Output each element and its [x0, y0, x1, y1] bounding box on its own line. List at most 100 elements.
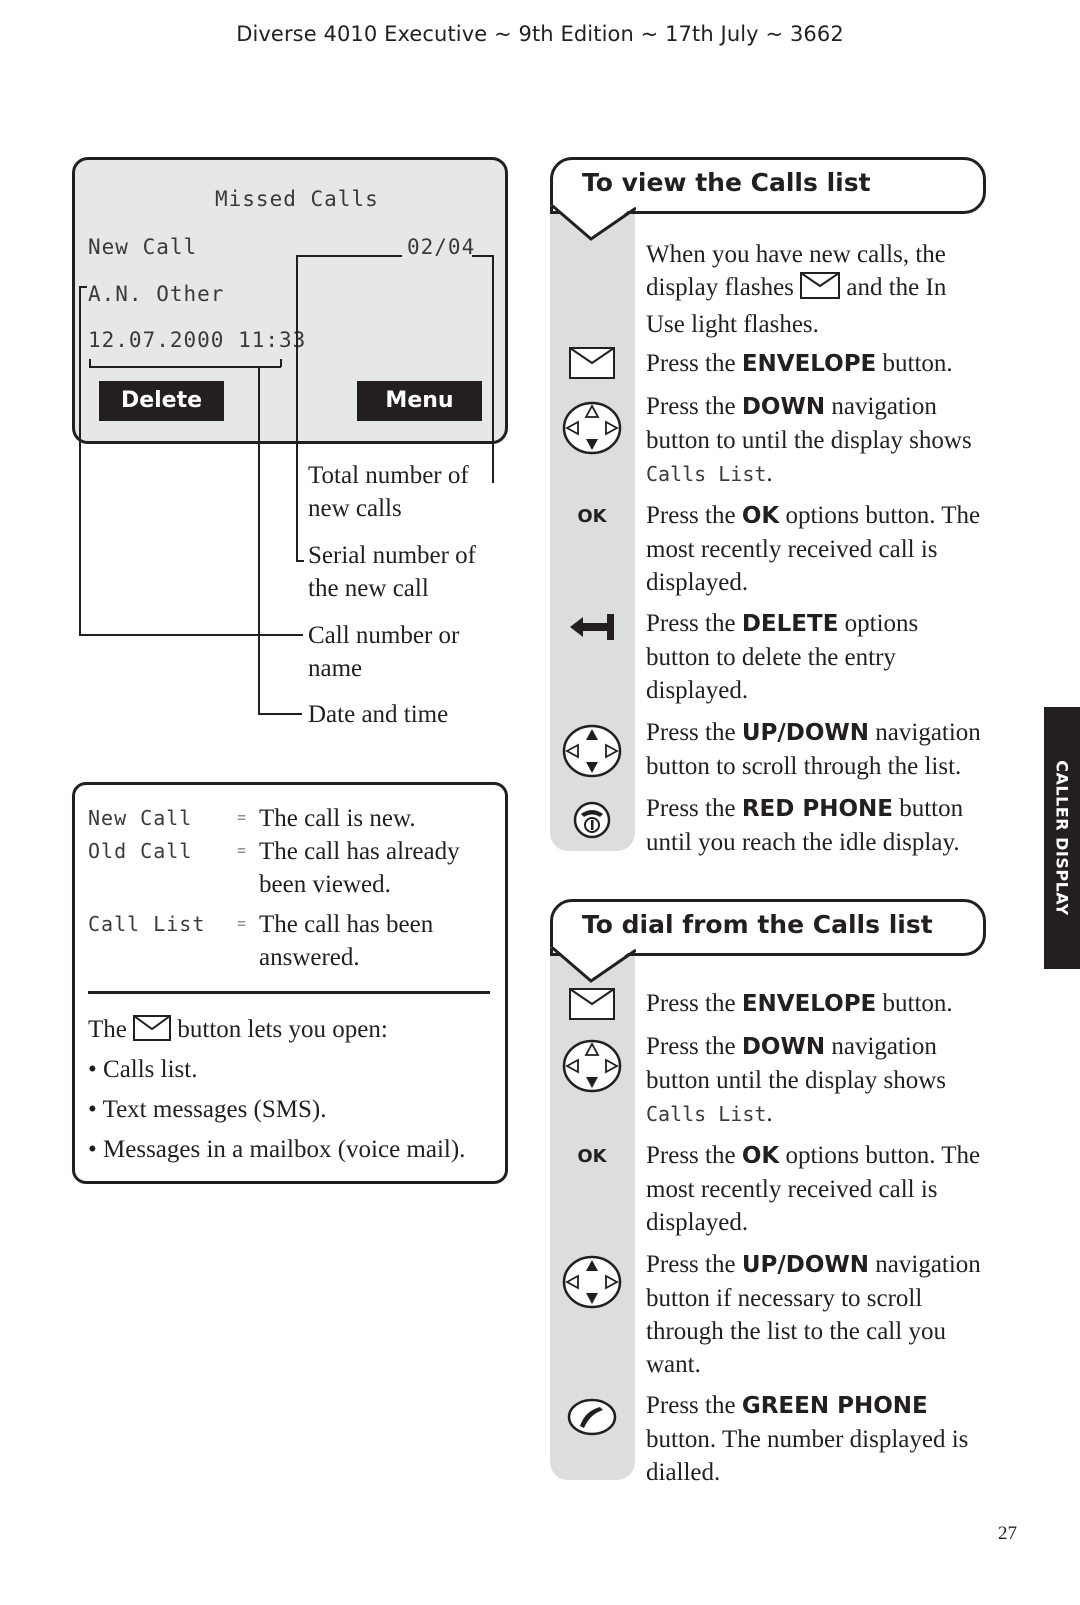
lcd-softkey-delete: Delete	[99, 381, 224, 421]
step-keyword: UP/DOWN	[741, 720, 870, 746]
leader-line	[296, 255, 402, 257]
callout-call-number: Call number or name	[308, 619, 459, 685]
step-text: button.	[876, 350, 953, 377]
lcd-datetime: 12.07.2000 11:33	[88, 328, 307, 352]
nav-updown-icon	[560, 1254, 624, 1310]
step-text: .	[766, 1100, 773, 1127]
callout-date-time: Date and time	[308, 698, 448, 731]
legend-desc-line: answered.	[259, 944, 360, 971]
legend-eq: =	[237, 916, 247, 933]
step: Press the DOWN navigation button to unti…	[646, 390, 986, 491]
header-pointer	[550, 947, 636, 983]
step: Press the OK options button. The most re…	[646, 499, 986, 599]
leader-line	[79, 634, 303, 636]
ok-icon: OK	[577, 505, 607, 527]
envelope-intro: The button lets you open:	[88, 1013, 388, 1050]
step: Press the ENVELOPE button.	[646, 987, 986, 1021]
envelope-icon	[800, 272, 841, 308]
ok-icon: OK	[577, 1145, 607, 1167]
legend-desc: The call has already been viewed.	[259, 835, 460, 901]
step-text: Press the	[646, 1251, 742, 1278]
step-text: Press the	[646, 719, 742, 746]
section-title-view: To view the Calls list	[582, 168, 871, 197]
side-tab-label: CALLER DISPLAY	[1052, 760, 1072, 916]
step-text: Press the	[646, 502, 742, 529]
leader-line	[89, 366, 281, 368]
step-text: Press the	[646, 1392, 742, 1419]
header-pointer	[550, 205, 636, 241]
leader-line	[79, 286, 81, 635]
step-text: button. The number displayed is dialled.	[646, 1426, 969, 1486]
step: Press the ENVELOPE button.	[646, 347, 986, 381]
lcd-softkey-menu: Menu	[357, 381, 482, 421]
step-keyword: ENVELOPE	[741, 351, 877, 377]
legend-desc: The call has been answered.	[259, 908, 433, 974]
step-text: Press the	[646, 393, 742, 420]
display-text: Calls List	[646, 1102, 767, 1126]
legend-bullet-list: • Calls list. • Text messages (SMS). • M…	[88, 1053, 465, 1173]
callout-text: the new call	[308, 575, 429, 602]
lcd-caller: A.N. Other	[88, 282, 225, 306]
callout-text: Call number or	[308, 622, 460, 649]
leader-line	[296, 255, 298, 561]
step: Press the DOWN navigation button until t…	[646, 1030, 986, 1131]
step: Press the OK options button. The most re…	[646, 1139, 986, 1239]
leader-line	[472, 255, 494, 257]
lcd-status: New Call	[88, 235, 198, 259]
envelope-intro-text: The	[88, 1016, 127, 1043]
leader-line	[258, 366, 260, 714]
callout-total-new-calls: Total number of new calls	[308, 459, 469, 525]
display-text: Calls List	[646, 462, 767, 486]
leader-line	[258, 713, 302, 715]
step-text: Press the	[646, 1033, 742, 1060]
legend-eq: =	[237, 843, 247, 860]
callout-text: Date and time	[308, 701, 449, 728]
list-item-text: Calls list.	[103, 1056, 198, 1083]
list-item-text: Text messages (SMS).	[102, 1096, 327, 1123]
step: Press the UP/DOWN navigation button to s…	[646, 716, 986, 783]
step-keyword: UP/DOWN	[741, 1252, 870, 1278]
legend-desc: The call is new.	[259, 805, 416, 832]
nav-updown-icon	[560, 723, 624, 779]
step-keyword: RED PHONE	[741, 796, 893, 822]
lcd-counter: 02/04	[407, 235, 476, 259]
legend-desc-line: been viewed.	[259, 871, 391, 898]
step-keyword: ENVELOPE	[741, 991, 877, 1017]
envelope-icon	[560, 346, 624, 380]
running-header: Diverse 4010 Executive ~ 9th Edition ~ 1…	[236, 22, 844, 46]
step-keyword: DOWN	[741, 1034, 826, 1060]
leader-line	[296, 560, 304, 562]
list-item-text: Messages in a mailbox (voice mail).	[103, 1136, 466, 1163]
legend-term: New Call	[88, 806, 193, 830]
legend-desc-line: The call has already	[259, 838, 460, 865]
page-number: 27	[998, 1523, 1017, 1544]
step-text: Press the	[646, 350, 742, 377]
step-text: .	[766, 460, 773, 487]
step-text: button.	[876, 990, 953, 1017]
envelope-intro-text: button lets you open:	[177, 1016, 388, 1043]
callout-text: Total number of	[308, 462, 469, 489]
step: Press the GREEN PHONE button. The number…	[646, 1389, 986, 1489]
envelope-icon	[133, 1015, 172, 1050]
callout-text: Serial number of	[308, 542, 477, 569]
step: Press the RED PHONE button until you rea…	[646, 792, 986, 859]
envelope-icon	[560, 987, 624, 1021]
legend-eq: =	[237, 810, 247, 827]
legend-divider	[88, 991, 490, 994]
side-tab-caller-display: CALLER DISPLAY	[1044, 707, 1080, 969]
list-item: • Text messages (SMS).	[88, 1096, 327, 1123]
step: Press the UP/DOWN navigation button if n…	[646, 1248, 986, 1381]
delete-arrow-icon	[560, 612, 624, 642]
callout-text: new calls	[308, 495, 402, 522]
list-item: • Messages in a mailbox (voice mail).	[88, 1136, 466, 1163]
step-text: Press the	[646, 610, 742, 637]
lcd-title: Missed Calls	[215, 187, 379, 211]
step-text: Press the	[646, 990, 742, 1017]
callout-text: name	[308, 655, 363, 682]
leader-line	[492, 255, 494, 483]
step-keyword: DELETE	[741, 611, 839, 637]
green-phone-icon	[560, 1396, 624, 1438]
section-title-dial: To dial from the Calls list	[582, 910, 933, 939]
legend-desc-line: The call has been	[259, 911, 434, 938]
red-phone-icon	[560, 800, 624, 840]
